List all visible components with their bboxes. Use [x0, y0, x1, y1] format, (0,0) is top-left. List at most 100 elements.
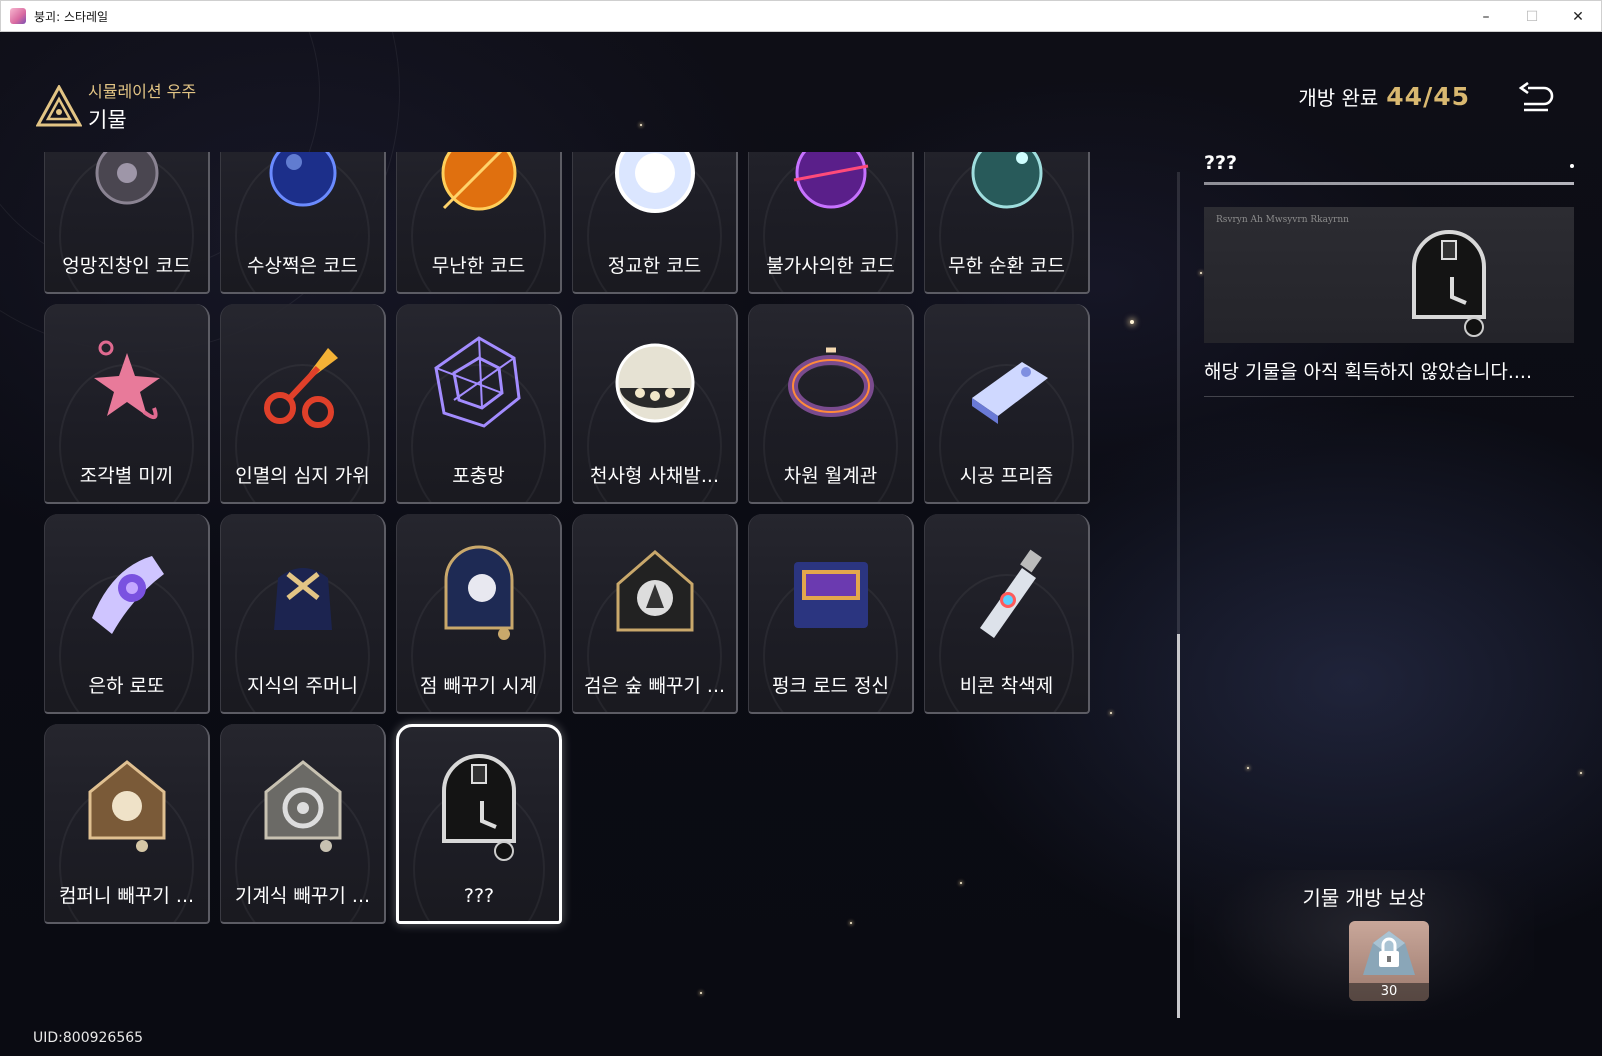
laurel-crown-icon	[787, 347, 874, 417]
star-decoration	[1580, 772, 1582, 774]
back-button-icon[interactable]	[1518, 82, 1554, 114]
curio-card[interactable]: 펑크 로드 정신	[748, 514, 914, 714]
curio-card[interactable]: 인멸의 심지 가위	[220, 304, 386, 504]
curio-card-label: 펑크 로드 정신	[772, 675, 889, 697]
detail-title-underline	[1204, 182, 1574, 185]
player-uid: UID:800926565	[33, 1030, 144, 1046]
reward-item[interactable]: 30	[1349, 921, 1429, 1001]
reward-count: 30	[1349, 983, 1429, 1001]
curio-card-label: 점 빼꾸기 시계	[420, 675, 537, 697]
curio-card-label: 인멸의 심지 가위	[235, 465, 370, 487]
curio-card-label: 수상쩍은 코드	[247, 255, 358, 277]
orange-orb-icon	[441, 152, 516, 211]
curio-card[interactable]: 정교한 코드	[572, 152, 738, 294]
window-titlebar: 붕괴: 스타레일 – ☐ ✕	[0, 0, 1602, 32]
detail-description: 해당 기물을 아직 획득하지 않았습니다....	[1204, 361, 1532, 383]
maximize-button[interactable]: ☐	[1509, 1, 1555, 33]
breadcrumb-section: 시뮬레이션 우주	[88, 82, 197, 101]
curio-card-label: 기계식 빼꾸기 ...	[234, 885, 371, 907]
star-decoration	[640, 124, 642, 126]
curio-card[interactable]: 비콘 착색제	[924, 514, 1090, 714]
curio-card-label: 포충망	[452, 465, 505, 487]
curio-card[interactable]: 지식의 주머니	[220, 514, 386, 714]
curio-card-label: 조각별 미끼	[79, 465, 174, 487]
curio-card-label: 컴퍼니 빼꾸기 ...	[58, 885, 195, 907]
window-title: 붕괴: 스타레일	[34, 9, 109, 24]
curio-card-label: 정교한 코드	[607, 255, 702, 277]
curio-card-label: 무한 순환 코드	[948, 255, 1065, 277]
curio-card[interactable]: 조각별 미끼	[44, 304, 210, 504]
app-icon	[10, 8, 26, 24]
star-decoration	[1200, 272, 1202, 274]
curio-card[interactable]: 천사형 사채발...	[572, 304, 738, 504]
curio-card[interactable]: 불가사의한 코드	[748, 152, 914, 294]
lottery-ticket-icon	[91, 556, 164, 634]
curio-grid: 엉망진창인 코드 수상쩍은 코드 무난한 코드 정교한 코드 불가사의한 코드 무한 순환…	[44, 152, 1124, 1022]
unknown-clock-icon	[1412, 230, 1486, 337]
progress-value: 44/45	[1386, 82, 1470, 111]
curio-card[interactable]: 시공 프리즘	[924, 304, 1090, 504]
star-decoration	[1130, 320, 1134, 324]
grid-scrollbar[interactable]	[1177, 172, 1180, 1018]
curio-card-label: 차원 월계관	[783, 465, 878, 487]
reward-title: 기물 개방 보상	[1302, 886, 1426, 910]
unlock-progress: 개방 완료 44/45	[1298, 82, 1470, 111]
detail-separator	[1204, 396, 1574, 397]
curio-card-label: 지식의 주머니	[247, 675, 358, 697]
curio-card[interactable]: 수상쩍은 코드	[220, 152, 386, 294]
curio-card-label: 무난한 코드	[431, 255, 526, 277]
curio-card-label: 비콘 착색제	[959, 675, 1054, 697]
unlock-reward-panel: 기물 개방 보상 30	[1194, 870, 1534, 1020]
curio-card[interactable]: 점 빼꾸기 시계	[396, 514, 562, 714]
curio-card[interactable]: 엉망진창인 코드	[44, 152, 210, 294]
cassette-icon	[793, 562, 868, 628]
curio-card[interactable]: 포충망	[396, 304, 562, 504]
curio-card[interactable]: 차원 월계관	[748, 304, 914, 504]
curio-card-label: 시공 프리즘	[959, 465, 1054, 487]
mechanical-clock-icon	[264, 760, 341, 852]
pouch-icon	[273, 568, 332, 630]
blue-orb-icon	[269, 152, 336, 207]
curio-card-label: 은하 로또	[88, 675, 165, 697]
star-lure-icon	[93, 340, 160, 420]
scissors-icon	[263, 348, 338, 428]
close-button[interactable]: ✕	[1555, 1, 1601, 33]
curio-card-label: 천사형 사채발...	[589, 465, 720, 487]
prism-icon	[971, 362, 1048, 424]
curio-detail-panel: ??? Rsvryn Ah Mwsyvrn Rkayrnn 해당 기물을 아직 …	[1204, 152, 1574, 397]
curio-card[interactable]: ???	[396, 724, 562, 924]
blackforest-clock-icon	[616, 550, 693, 632]
page-header: 시뮬레이션 우주 기물	[36, 78, 196, 134]
curio-card[interactable]: 무한 순환 코드	[924, 152, 1090, 294]
star-decoration	[1247, 767, 1249, 769]
curio-card[interactable]: 기계식 빼꾸기 ...	[220, 724, 386, 924]
game-viewport: 시뮬레이션 우주 기물 개방 완료 44/45 엉망진창인 코드 수상쩍은 코드 무…	[0, 32, 1602, 1056]
curio-card-label: 불가사의한 코드	[766, 255, 895, 277]
pearl-clock-icon	[444, 545, 513, 640]
banner-caption: Rsvryn Ah Mwsyvrn Rkayrnn	[1216, 215, 1349, 225]
spiderweb-icon	[433, 336, 521, 428]
page-title: 기물	[88, 108, 127, 132]
teal-orb-icon	[971, 152, 1042, 209]
curio-card-label: 엉망진창인 코드	[62, 255, 191, 277]
company-clock-icon	[88, 760, 165, 852]
curio-card-label: ???	[463, 885, 495, 907]
title-dot	[1570, 164, 1574, 168]
curio-card[interactable]: 컴퍼니 빼꾸기 ...	[44, 724, 210, 924]
curio-card-label: 검은 숲 빼꾸기 ...	[583, 675, 726, 697]
detail-banner: Rsvryn Ah Mwsyvrn Rkayrnn	[1204, 207, 1574, 343]
unknown-clock-icon	[442, 754, 516, 861]
curio-card[interactable]: 무난한 코드	[396, 152, 562, 294]
curio-card[interactable]: 은하 로또	[44, 514, 210, 714]
angel-orb-icon	[615, 343, 694, 423]
purple-orb-icon	[793, 152, 868, 209]
minimize-button[interactable]: –	[1463, 1, 1509, 33]
grey-orb-icon	[95, 152, 158, 205]
progress-label: 개방 완료	[1298, 86, 1379, 110]
scrollbar-thumb[interactable]	[1177, 634, 1180, 1018]
white-orb-icon	[614, 152, 695, 213]
simulated-universe-logo-icon	[36, 85, 82, 127]
locked-reward-icon	[1363, 931, 1415, 975]
paint-tube-icon	[979, 549, 1042, 638]
curio-card[interactable]: 검은 숲 빼꾸기 ...	[572, 514, 738, 714]
